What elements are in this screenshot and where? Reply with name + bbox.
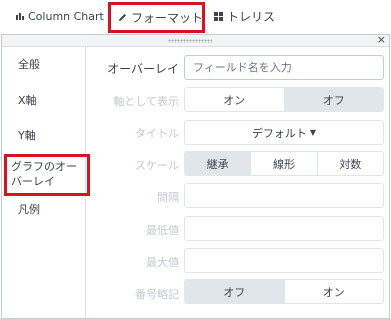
title-dropdown[interactable]: デフォルト ▼ (184, 120, 384, 145)
trellis-label: トレリス (227, 9, 276, 24)
scale-log-option[interactable]: 対数 (317, 152, 383, 175)
scale-label: スケール (135, 159, 179, 172)
sidebar-item-label: 凡例 (18, 203, 40, 216)
sidebar-item-general[interactable]: 全般 (2, 57, 86, 72)
scale-linear-option[interactable]: 線形 (251, 152, 318, 175)
sidebar-item-label: 全般 (18, 58, 40, 71)
trellis-button[interactable]: トレリス (214, 0, 275, 32)
sidebar-item-label: グラフのオーバーレイ (11, 160, 77, 188)
min-value-input[interactable] (184, 216, 384, 241)
grid-icon (214, 11, 223, 21)
overlay-field-input[interactable] (184, 55, 384, 80)
abbreviation-on-option[interactable]: オン (284, 280, 383, 303)
min-value-label: 最低値 (146, 224, 179, 237)
display-as-axis-on-option[interactable]: オン (185, 88, 285, 111)
interval-input[interactable] (184, 183, 384, 208)
scale-toggle: 継承 線形 対数 (184, 151, 384, 176)
sidebar-item-chart-overlay[interactable]: グラフのオーバーレイ (4, 154, 90, 196)
abbreviation-off-option[interactable]: オフ (185, 280, 285, 303)
sidebar-item-label: X軸 (18, 94, 37, 107)
number-abbreviation-label: 番号略記 (135, 288, 179, 301)
column-chart-button[interactable]: Column Chart (16, 0, 104, 32)
max-value-input[interactable] (184, 248, 384, 273)
grip-icon (168, 39, 212, 43)
caret-down-icon: ▼ (309, 128, 317, 137)
number-abbreviation-toggle: オフ オン (184, 279, 384, 304)
pencil-icon (118, 13, 127, 22)
interval-label: 間隔 (157, 191, 179, 204)
max-value-label: 最大値 (146, 256, 179, 269)
bar-chart-icon (16, 12, 24, 20)
title-dropdown-value: デフォルト (251, 126, 307, 140)
sidebar-item-x-axis[interactable]: X軸 (2, 93, 86, 108)
panel-drag-handle[interactable]: × (2, 33, 389, 47)
viz-toolbar: Column Chart フォーマット トレリス (0, 0, 391, 34)
sidebar-item-y-axis[interactable]: Y軸 (2, 128, 86, 143)
close-icon[interactable]: × (377, 33, 386, 46)
format-sidebar: 全般 X軸 Y軸 グラフのオーバーレイ 凡例 (2, 47, 90, 318)
column-chart-label: Column Chart (28, 9, 104, 23)
format-label: フォーマット (131, 11, 204, 25)
overlay-label: オーバーレイ (107, 62, 179, 76)
display-as-axis-label: 軸として表示 (113, 95, 179, 108)
sidebar-item-legend[interactable]: 凡例 (2, 202, 86, 217)
scale-inherit-option[interactable]: 継承 (185, 152, 252, 175)
sidebar-item-label: Y軸 (18, 129, 36, 142)
format-button[interactable]: フォーマット (108, 2, 205, 33)
display-as-axis-toggle: オン オフ (184, 87, 384, 112)
title-label: タイトル (135, 127, 179, 140)
display-as-axis-off-option[interactable]: オフ (284, 88, 383, 111)
